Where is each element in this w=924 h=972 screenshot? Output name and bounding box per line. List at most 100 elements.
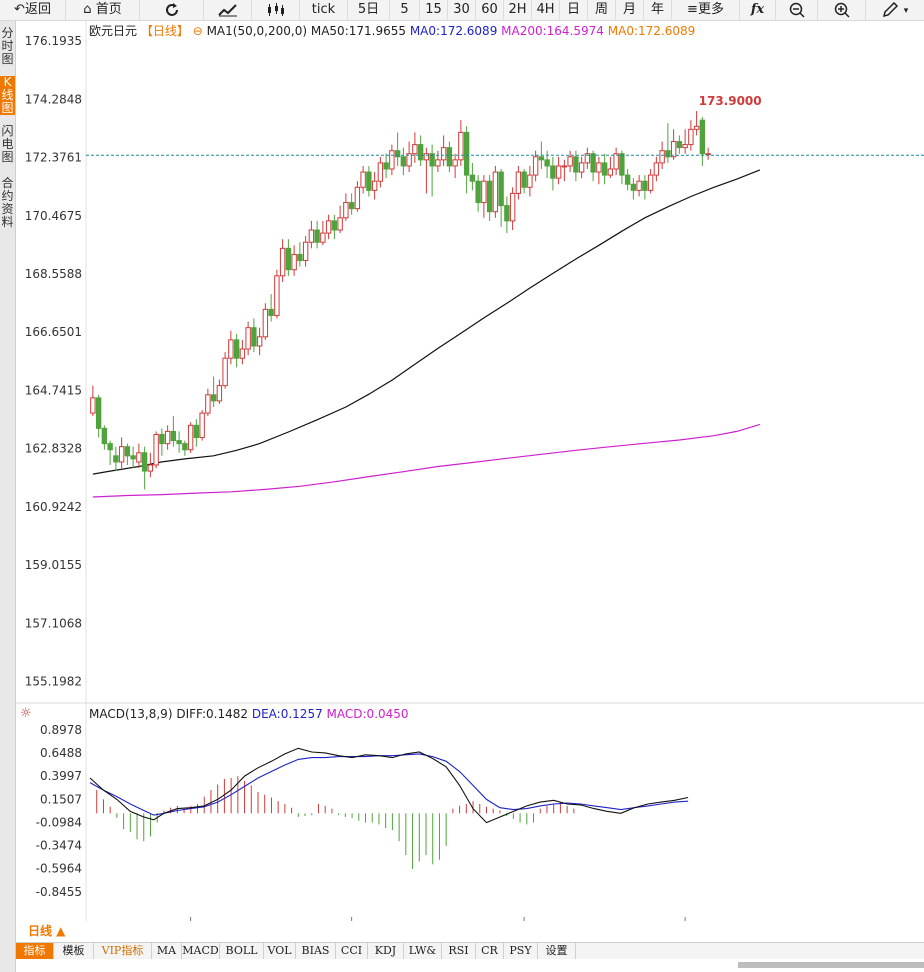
candle-body: [688, 128, 694, 146]
candle-body: [308, 229, 315, 243]
period-4h[interactable]: 4H: [532, 0, 560, 20]
candle-style-button[interactable]: [252, 0, 300, 20]
tab-rsi[interactable]: RSI: [442, 943, 476, 959]
side-tab-contract[interactable]: 合约资料: [0, 177, 15, 229]
macd-tick-label: -0.8455: [36, 885, 82, 899]
tab-cci[interactable]: CCI: [336, 943, 368, 959]
candle-body: [521, 171, 527, 188]
refresh-button[interactable]: [140, 0, 204, 20]
indicator-button[interactable]: [204, 0, 252, 20]
tab-psy[interactable]: PSY: [504, 943, 538, 959]
zoom-out-icon: [789, 2, 805, 18]
more-label: 更多: [697, 2, 724, 17]
period-15m[interactable]: 15: [420, 0, 448, 20]
candle-body: [176, 440, 182, 445]
tab-vol[interactable]: VOL: [264, 943, 296, 959]
candle-body: [193, 424, 200, 439]
macd-legend-diff: DIFF:0.1482: [176, 707, 248, 721]
price-tick-label: 164.7415: [25, 383, 82, 397]
candle-body: [630, 183, 637, 191]
side-tab-flash[interactable]: 闪电图: [0, 125, 15, 164]
draw-button[interactable]: ▾: [866, 0, 924, 20]
macd-tick-label: 0.6488: [40, 746, 82, 760]
candle-body: [624, 174, 631, 185]
zoom-in-button[interactable]: [818, 0, 866, 20]
back-button[interactable]: ↶返回: [0, 0, 66, 20]
price-tick-label: 172.3761: [25, 151, 82, 165]
candle: [199, 410, 205, 441]
side-tab-kline[interactable]: K线图: [0, 76, 15, 115]
tab-indicator[interactable]: 指标: [16, 943, 54, 959]
home-button[interactable]: ⌂ 首页: [66, 0, 140, 20]
tab-bias[interactable]: BIAS: [296, 943, 336, 959]
legend-period-dropdown-icon[interactable]: ⊖: [193, 24, 203, 38]
toolbar: ↶返回 ⌂ 首页 tick 5日 5 15 30 60 2H 4H 日 周 月 …: [0, 0, 924, 21]
candle-body: [607, 168, 614, 176]
candle-body: [544, 159, 550, 167]
candle-body: [486, 180, 493, 213]
more-button[interactable]: ≡更多: [672, 0, 740, 20]
macd-legend-spec: MACD(13,8,9): [89, 707, 173, 721]
candle-body: [107, 443, 113, 451]
candle-body: [636, 180, 642, 191]
tab-macd[interactable]: MACD: [182, 943, 220, 959]
tab-vip-indicator[interactable]: VIP指标: [94, 943, 152, 959]
tick-button[interactable]: tick: [300, 0, 348, 20]
tab-ma[interactable]: MA: [152, 943, 182, 959]
candle-body: [573, 156, 579, 173]
period-selector[interactable]: 日线 ▲: [16, 922, 80, 941]
period-5m[interactable]: 5: [390, 0, 420, 20]
line-chart-icon: [217, 3, 237, 16]
period-2h[interactable]: 2H: [504, 0, 532, 20]
candle-body: [699, 119, 706, 155]
home-label: 首页: [95, 2, 122, 17]
candle-body: [366, 171, 372, 191]
candle-body: [417, 144, 424, 161]
tab-lw[interactable]: LW&: [404, 943, 442, 959]
candle-body: [532, 156, 539, 176]
candle-body: [601, 162, 608, 176]
period-month[interactable]: 月: [616, 0, 644, 20]
candle-body: [245, 327, 251, 350]
candle-body: [274, 275, 280, 316]
refresh-icon: [165, 2, 178, 16]
price-tick-label: 162.8328: [25, 442, 82, 456]
formula-button[interactable]: fx: [740, 0, 776, 20]
price-tick-label: 157.1068: [25, 616, 82, 630]
candle-body: [469, 174, 476, 182]
candle-body: [555, 165, 562, 179]
high-marker-label: 173.9000: [699, 94, 762, 108]
side-tab-timeshare[interactable]: 分时图: [0, 27, 15, 66]
candle-body: [653, 162, 660, 176]
horizontal-scrollbar[interactable]: [16, 959, 924, 972]
price-tick-label: 155.1982: [25, 675, 82, 689]
candle-body: [164, 430, 171, 445]
candle-body: [578, 162, 585, 173]
scrollbar-thumb[interactable]: [738, 962, 924, 968]
chart-area[interactable]: 176.1935 174.2848 172.3761 170.4675 168.5588…: [16, 21, 924, 921]
candle-body: [199, 412, 205, 439]
tab-settings[interactable]: 设置: [538, 943, 576, 959]
period-day[interactable]: 日: [560, 0, 588, 20]
candle-body: [550, 165, 556, 179]
legend-ma200: MA200:164.5974: [501, 24, 604, 38]
period-30m[interactable]: 30: [448, 0, 476, 20]
period-60m[interactable]: 60: [476, 0, 504, 20]
macd-settings-icon[interactable]: ☼: [20, 706, 32, 721]
period-5d[interactable]: 5日: [348, 0, 390, 20]
candle-body: [452, 159, 458, 167]
tab-boll[interactable]: BOLL: [220, 943, 264, 959]
period-week[interactable]: 周: [588, 0, 616, 20]
candle-body: [297, 253, 303, 262]
zoom-out-button[interactable]: [776, 0, 818, 20]
tab-cr[interactable]: CR: [476, 943, 504, 959]
candle-body: [314, 229, 320, 243]
candle-body: [561, 165, 568, 168]
candle-body: [302, 241, 309, 262]
candle-body: [170, 430, 177, 442]
candle-body: [538, 156, 545, 161]
tab-kdj[interactable]: KDJ: [368, 943, 404, 959]
price-tick-label: 176.1935: [25, 34, 82, 48]
tab-template[interactable]: 模板: [54, 943, 94, 959]
period-year[interactable]: 年: [644, 0, 672, 20]
